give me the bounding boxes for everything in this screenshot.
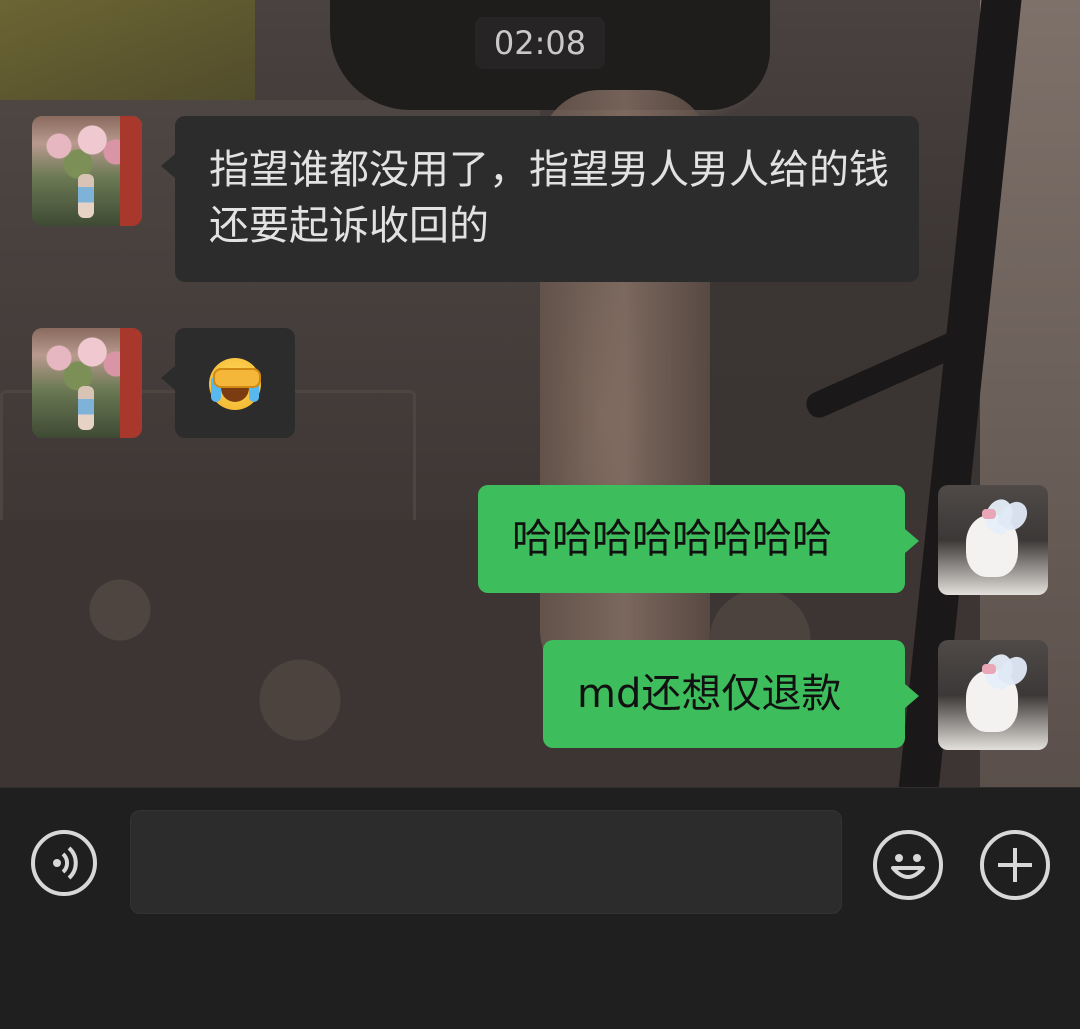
voice-icon bbox=[53, 846, 78, 880]
emoji-button[interactable] bbox=[873, 830, 943, 900]
voice-button[interactable] bbox=[31, 830, 97, 896]
message-text: 指望谁都没用了，指望男人男人给的钱还要起诉收回的 bbox=[209, 147, 889, 249]
incoming-emoji-bubble[interactable] bbox=[161, 328, 295, 438]
message-text: 哈哈哈哈哈哈哈哈 bbox=[512, 516, 832, 562]
outgoing-message-bubble[interactable]: 哈哈哈哈哈哈哈哈 bbox=[478, 485, 919, 593]
contact-avatar[interactable] bbox=[32, 116, 142, 226]
message-input[interactable] bbox=[130, 810, 842, 914]
contact-avatar[interactable] bbox=[32, 328, 142, 438]
face-with-tears-icon bbox=[209, 358, 261, 410]
chat-input-bar bbox=[0, 787, 1080, 1029]
plus-icon bbox=[998, 848, 1032, 882]
emoji-icon bbox=[891, 854, 925, 879]
message-text: md还想仅退款 bbox=[577, 671, 842, 717]
my-avatar[interactable] bbox=[938, 485, 1048, 595]
more-button[interactable] bbox=[980, 830, 1050, 900]
incoming-message-bubble[interactable]: 指望谁都没用了，指望男人男人给的钱还要起诉收回的 bbox=[161, 116, 919, 282]
background-photo bbox=[0, 0, 255, 115]
message-timestamp: 02:08 bbox=[475, 17, 605, 69]
my-avatar[interactable] bbox=[938, 640, 1048, 750]
outgoing-message-bubble[interactable]: md还想仅退款 bbox=[543, 640, 919, 748]
